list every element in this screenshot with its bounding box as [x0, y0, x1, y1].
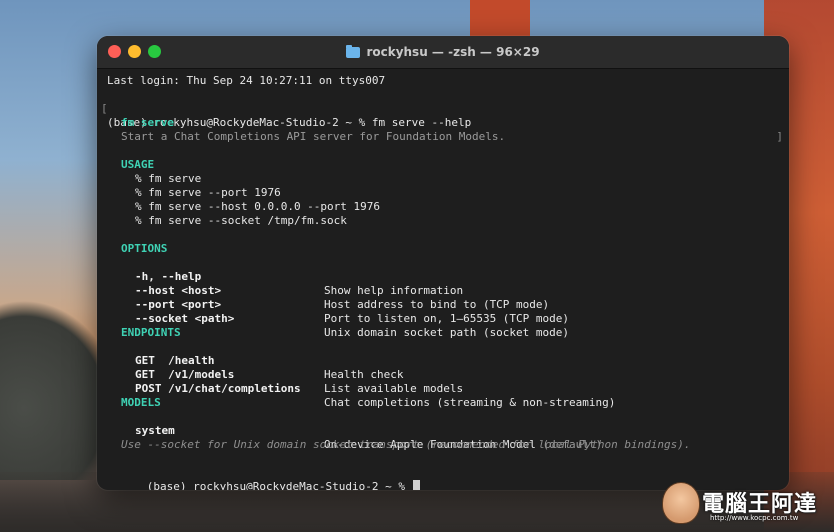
models-heading: MODELS	[121, 396, 161, 409]
usage-line: % fm serve --socket /tmp/fm.sock	[135, 214, 347, 227]
option-row: --socket <path> Unix domain socket path …	[97, 298, 789, 339]
folder-icon	[346, 44, 361, 58]
mascot-face-icon	[662, 482, 700, 524]
watermark: 電腦王阿達 http://www.kocpc.com.tw	[662, 482, 830, 528]
option-flag: --socket <path>	[135, 312, 235, 325]
footer-note: Use --socket for Unix domain socket tran…	[121, 438, 691, 451]
usage-heading: USAGE	[121, 158, 155, 171]
option-row: --port <port> Port to listen on, 1–65535…	[97, 284, 789, 325]
endpoints-heading: ENDPOINTS	[121, 326, 181, 339]
endpoint-route: POST /v1/chat/completions	[135, 382, 301, 395]
option-row: --host <host> Host address to bind to (T…	[97, 270, 789, 311]
terminal-content[interactable]: Last login: Thu Sep 24 10:27:11 on ttys0…	[97, 68, 789, 490]
help-title: fm serve	[121, 116, 174, 129]
terminal-window[interactable]: rockyhsu — -zsh — 96×29 Last login: Thu …	[97, 36, 789, 490]
cursor-icon	[412, 480, 420, 490]
final-prompt-line[interactable]: (base) rockyhsu@RockydeMac-Studio-2 ~ %	[107, 466, 789, 490]
options-heading: OPTIONS	[121, 242, 168, 255]
endpoint-row: GET /v1/models List available models	[97, 354, 789, 395]
endpoint-row: POST /v1/chat/completions Chat completio…	[97, 368, 789, 409]
endpoint-row: GET /health Health check	[97, 340, 789, 381]
model-row: system On-device Apple Foundation Model …	[97, 410, 789, 451]
window-title-text: rockyhsu — -zsh — 96×29	[366, 45, 540, 59]
usage-line: % fm serve	[135, 172, 202, 185]
usage-line: % fm serve --port 1976	[135, 186, 281, 199]
usage-line: % fm serve --host 0.0.0.0 --port 1976	[135, 200, 381, 213]
option-row: -h, --help Show help information	[97, 256, 789, 297]
last-login-line: Last login: Thu Sep 24 10:27:11 on ttys0…	[107, 74, 386, 87]
final-prompt: (base) rockyhsu@RockydeMac-Studio-2 ~ %	[146, 480, 412, 490]
watermark-url: http://www.kocpc.com.tw	[710, 514, 799, 522]
title-bar[interactable]: rockyhsu — -zsh — 96×29	[97, 36, 789, 69]
command-line: [ (base) rockyhsu@RockydeMac-Studio-2 ~ …	[97, 88, 789, 143]
window-title: rockyhsu — -zsh — 96×29	[97, 36, 789, 68]
endpoint-desc: List available models	[324, 382, 464, 395]
mark-bracket-left-icon: [	[101, 102, 108, 115]
option-desc: Port to listen on, 1–65535 (TCP mode)	[324, 312, 570, 325]
help-description: Start a Chat Completions API server for …	[121, 130, 506, 143]
background-tower	[470, 0, 530, 40]
model-name: system	[135, 424, 175, 437]
